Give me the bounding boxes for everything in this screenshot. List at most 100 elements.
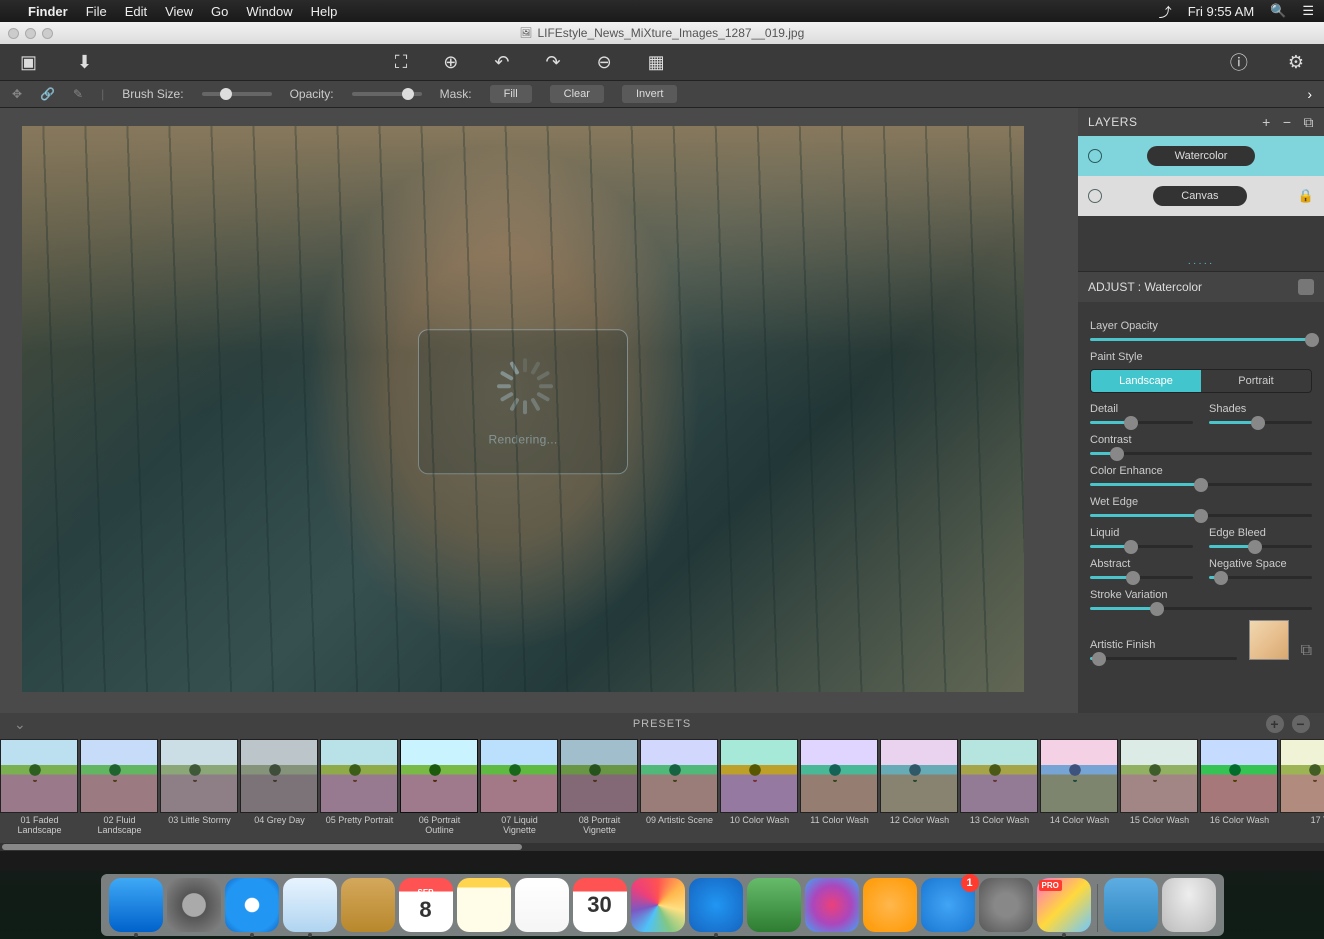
detail-slider[interactable]: [1090, 421, 1193, 424]
preset-thumb[interactable]: 02 Fluid Landscape: [80, 739, 159, 843]
brush-tool-icon[interactable]: ✎: [73, 87, 83, 101]
remove-layer-icon[interactable]: −: [1283, 114, 1292, 131]
zoom-in-icon[interactable]: ⊕: [443, 52, 458, 73]
fit-icon[interactable]: ▦: [648, 52, 665, 73]
dock-notes[interactable]: [457, 878, 511, 932]
abstract-slider[interactable]: [1090, 576, 1193, 579]
presets-thumbnails[interactable]: 01 Faded Landscape02 Fluid Landscape03 L…: [0, 735, 1324, 843]
dock-fantastical[interactable]: 30: [573, 878, 627, 932]
layer-row-canvas[interactable]: Canvas 🔒: [1078, 176, 1324, 216]
dock-reminders[interactable]: [515, 878, 569, 932]
dock-appstore[interactable]: 1: [921, 878, 975, 932]
preset-thumb[interactable]: 01 Faded Landscape: [0, 739, 79, 843]
export-icon[interactable]: ⬇: [77, 52, 92, 73]
dock-messages[interactable]: [689, 878, 743, 932]
opacity-slider[interactable]: [352, 92, 422, 96]
dock[interactable]: SEP8 30 1 PRO: [101, 874, 1224, 936]
preset-thumb[interactable]: 13 Color Wash: [960, 739, 1039, 843]
artistic-finish-slider[interactable]: [1090, 657, 1237, 660]
brush-size-slider[interactable]: [202, 92, 272, 96]
dock-launchpad[interactable]: [167, 878, 221, 932]
stroke-variation-slider[interactable]: [1090, 607, 1312, 610]
dock-downloads[interactable]: [1104, 878, 1158, 932]
preset-thumb[interactable]: 07 Liquid Vignette: [480, 739, 559, 843]
adjust-menu-icon[interactable]: [1298, 279, 1314, 295]
menu-help[interactable]: Help: [311, 4, 338, 19]
preset-thumb[interactable]: 03 Little Stormy: [160, 739, 239, 843]
visibility-icon[interactable]: [1088, 189, 1102, 203]
move-tool-icon[interactable]: ✥: [12, 87, 22, 101]
menu-window[interactable]: Window: [246, 4, 292, 19]
dock-calendar[interactable]: SEP8: [399, 878, 453, 932]
app-name[interactable]: Finder: [28, 4, 68, 19]
presets-scrollbar[interactable]: [0, 843, 1324, 851]
spotlight-icon[interactable]: 🔍: [1270, 3, 1286, 19]
portrait-option[interactable]: Portrait: [1201, 370, 1311, 392]
invert-button[interactable]: Invert: [622, 85, 678, 103]
zoom-out-icon[interactable]: ⊖: [597, 52, 612, 73]
dock-trash[interactable]: [1162, 878, 1216, 932]
preset-thumb[interactable]: 10 Color Wash: [720, 739, 799, 843]
dock-ibooks[interactable]: [863, 878, 917, 932]
wet-edge-slider[interactable]: [1090, 514, 1312, 517]
image-icon[interactable]: ▣: [20, 52, 37, 73]
collapse-presets-icon[interactable]: ⌄: [14, 716, 27, 733]
dock-mail[interactable]: [283, 878, 337, 932]
settings-icon[interactable]: ⚙: [1288, 52, 1304, 73]
add-layer-icon[interactable]: +: [1262, 114, 1271, 131]
menu-go[interactable]: Go: [211, 4, 228, 19]
preset-thumb[interactable]: 12 Color Wash: [880, 739, 959, 843]
preset-thumb[interactable]: 09 Artistic Scene: [640, 739, 719, 843]
window-controls[interactable]: [8, 28, 53, 39]
visibility-icon[interactable]: [1088, 149, 1102, 163]
clock[interactable]: Fri 9:55 AM: [1188, 4, 1254, 19]
clear-button[interactable]: Clear: [550, 85, 604, 103]
fill-button[interactable]: Fill: [490, 85, 532, 103]
preset-thumb[interactable]: 05 Pretty Portrait: [320, 739, 399, 843]
remove-preset-icon[interactable]: −: [1292, 715, 1310, 733]
dock-finder[interactable]: [109, 878, 163, 932]
dock-pro-paint[interactable]: PRO: [1037, 878, 1091, 932]
canvas-image[interactable]: Rendering...: [22, 126, 1024, 692]
add-preset-icon[interactable]: +: [1266, 715, 1284, 733]
color-enhance-slider[interactable]: [1090, 483, 1312, 486]
menu-edit[interactable]: Edit: [125, 4, 147, 19]
landscape-option[interactable]: Landscape: [1091, 370, 1201, 392]
preset-thumb[interactable]: 15 Color Wash: [1120, 739, 1199, 843]
preset-thumb[interactable]: 11 Color Wash: [800, 739, 879, 843]
link-icon[interactable]: ⧉: [1301, 642, 1312, 660]
preset-thumb[interactable]: 06 Portrait Outline: [400, 739, 479, 843]
menu-file[interactable]: File: [86, 4, 107, 19]
negative-space-slider[interactable]: [1209, 576, 1312, 579]
duplicate-layer-icon[interactable]: ⧉: [1304, 114, 1315, 131]
dock-contacts[interactable]: [341, 878, 395, 932]
preset-thumb[interactable]: 08 Portrait Vignette: [560, 739, 639, 843]
crop-icon[interactable]: ⛶: [395, 52, 408, 73]
dock-facetime[interactable]: [747, 878, 801, 932]
contrast-slider[interactable]: [1090, 452, 1312, 455]
edge-bleed-slider[interactable]: [1209, 545, 1312, 548]
preset-thumb[interactable]: 16 Color Wash: [1200, 739, 1279, 843]
shades-slider[interactable]: [1209, 421, 1312, 424]
info-icon[interactable]: ⓘ: [1230, 49, 1248, 75]
preset-thumb[interactable]: 17 T: [1280, 739, 1324, 843]
finish-swatch[interactable]: [1249, 620, 1289, 660]
preset-thumb[interactable]: 14 Color Wash: [1040, 739, 1119, 843]
preset-thumb[interactable]: 04 Grey Day: [240, 739, 319, 843]
collapse-panel-icon[interactable]: ›: [1307, 86, 1312, 102]
link-tool-icon[interactable]: 🔗: [40, 87, 55, 101]
dock-safari[interactable]: [225, 878, 279, 932]
dock-preferences[interactable]: [979, 878, 1033, 932]
rendering-label: Rendering...: [489, 432, 558, 446]
redo-icon[interactable]: ↷: [545, 52, 560, 73]
dock-itunes[interactable]: [805, 878, 859, 932]
menu-list-icon[interactable]: ☰: [1302, 3, 1314, 19]
dock-photos[interactable]: [631, 878, 685, 932]
menu-view[interactable]: View: [165, 4, 193, 19]
layer-row-watercolor[interactable]: Watercolor: [1078, 136, 1324, 176]
notification-icon[interactable]: ⤴: [1159, 2, 1172, 21]
paint-style-toggle[interactable]: Landscape Portrait: [1090, 369, 1312, 393]
undo-icon[interactable]: ↶: [494, 52, 509, 73]
liquid-slider[interactable]: [1090, 545, 1193, 548]
layer-opacity-slider[interactable]: [1090, 338, 1312, 341]
